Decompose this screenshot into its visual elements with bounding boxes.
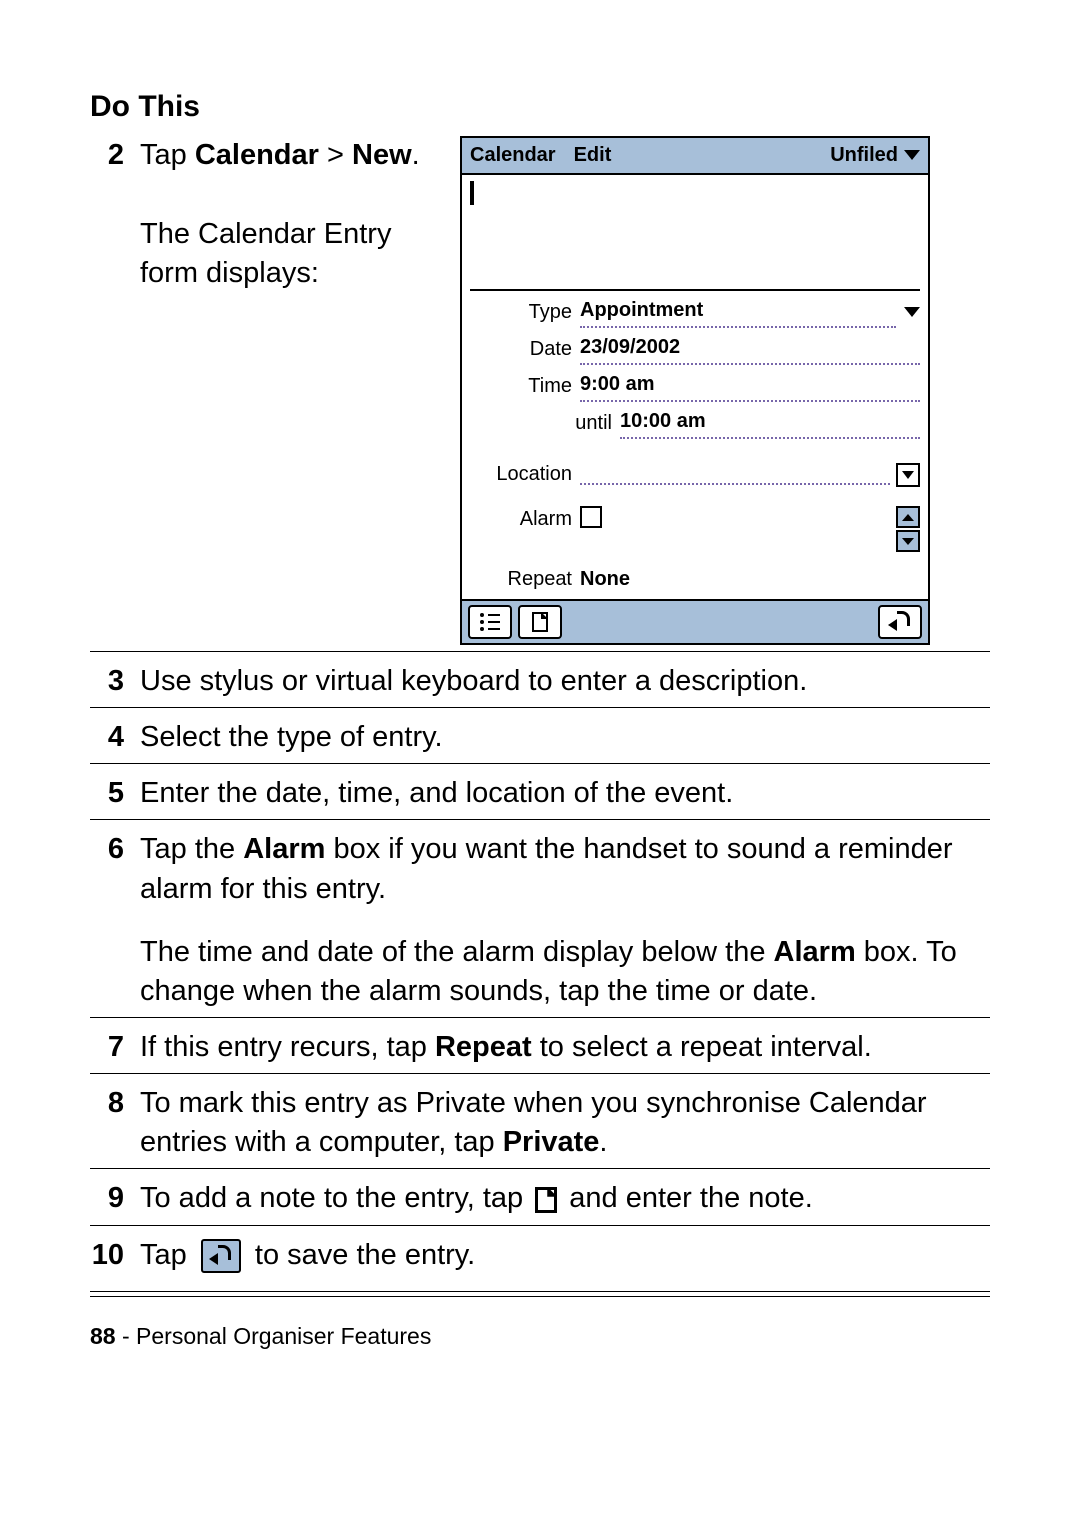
- step7-repeat-bold: Repeat: [435, 1031, 532, 1063]
- step-number: 2: [90, 130, 140, 652]
- step-number: 5: [90, 764, 140, 820]
- step-number: 7: [90, 1017, 140, 1073]
- step2-gt: >: [319, 139, 352, 171]
- chevron-down-icon: [902, 538, 914, 545]
- footer-sep: -: [116, 1323, 136, 1349]
- save-icon: [201, 1239, 241, 1273]
- step6-p1a: Tap the: [140, 833, 243, 865]
- page-number: 88: [90, 1323, 116, 1349]
- list-view-button[interactable]: [468, 605, 512, 639]
- note-icon: [532, 612, 548, 632]
- step2-new-bold: New: [352, 139, 412, 171]
- section-end-rule: [90, 1291, 990, 1297]
- step6-alarm-bold: Alarm: [243, 833, 325, 865]
- step7-c: to select a repeat interval.: [532, 1031, 872, 1063]
- menu-edit[interactable]: Edit: [574, 142, 612, 169]
- step7-a: If this entry recurs, tap: [140, 1031, 435, 1063]
- location-label: Location: [470, 461, 580, 488]
- location-dropdown-button[interactable]: [896, 463, 920, 487]
- page-footer: 88 - Personal Organiser Features: [90, 1323, 990, 1350]
- step2-tap-text: Tap: [140, 139, 195, 171]
- type-field[interactable]: Appointment: [580, 297, 896, 328]
- step2-calendar-bold: Calendar: [195, 139, 319, 171]
- date-field[interactable]: 23/09/2002: [580, 334, 920, 365]
- return-icon: [890, 615, 910, 629]
- step3-text: Use stylus or virtual keyboard to enter …: [140, 652, 990, 708]
- note-icon: [535, 1187, 557, 1213]
- alarm-checkbox[interactable]: [580, 506, 602, 528]
- time-field[interactable]: 9:00 am: [580, 371, 920, 402]
- steps-table: 2 Tap Calendar > New. The Calendar Entry…: [90, 130, 990, 1281]
- step-number: 6: [90, 820, 140, 1018]
- step-number: 3: [90, 652, 140, 708]
- chevron-down-icon[interactable]: [904, 150, 920, 162]
- repeat-label: Repeat: [470, 566, 580, 593]
- step4-text: Select the type of entry.: [140, 708, 990, 764]
- description-input[interactable]: [470, 181, 920, 291]
- step-number: 8: [90, 1074, 140, 1169]
- step5-text: Enter the date, time, and location of th…: [140, 764, 990, 820]
- step9-c: and enter the note.: [569, 1182, 812, 1214]
- repeat-value[interactable]: None: [580, 566, 630, 593]
- step2-subtext: The Calendar Entry form displays:: [140, 215, 420, 293]
- section-title: Personal Organiser Features: [136, 1323, 431, 1349]
- step8-private-bold: Private: [503, 1126, 600, 1158]
- step10-a: Tap: [140, 1239, 195, 1271]
- note-button[interactable]: [518, 605, 562, 639]
- list-icon: [480, 613, 500, 631]
- location-field[interactable]: [580, 465, 890, 485]
- scroll-up-button[interactable]: [896, 506, 920, 528]
- step-number: 9: [90, 1169, 140, 1225]
- step8-c: .: [599, 1126, 607, 1158]
- chevron-down-icon: [902, 471, 914, 479]
- type-label: Type: [470, 299, 580, 326]
- return-icon: [211, 1249, 231, 1263]
- time-label: Time: [470, 373, 580, 400]
- scroll-down-button[interactable]: [896, 530, 920, 552]
- step10-c: to save the entry.: [255, 1239, 475, 1271]
- chevron-up-icon: [902, 514, 914, 521]
- chevron-down-icon[interactable]: [904, 307, 920, 319]
- calendar-entry-form: Calendar Edit Unfiled Type Appoi: [460, 136, 930, 645]
- menu-calendar[interactable]: Calendar: [470, 142, 556, 169]
- alarm-label: Alarm: [470, 506, 580, 533]
- date-label: Date: [470, 336, 580, 363]
- save-button[interactable]: [878, 605, 922, 639]
- column-header-do-this: Do This: [90, 90, 990, 124]
- folder-selector[interactable]: Unfiled: [830, 142, 898, 169]
- step6-p2a: The time and date of the alarm display b…: [140, 936, 774, 968]
- step6-alarm2-bold: Alarm: [774, 936, 856, 968]
- until-label: until: [470, 410, 620, 437]
- step9-a: To add a note to the entry, tap: [140, 1182, 531, 1214]
- step-number: 10: [90, 1225, 140, 1281]
- step2-period: .: [412, 139, 420, 171]
- until-field[interactable]: 10:00 am: [620, 408, 920, 439]
- step-number: 4: [90, 708, 140, 764]
